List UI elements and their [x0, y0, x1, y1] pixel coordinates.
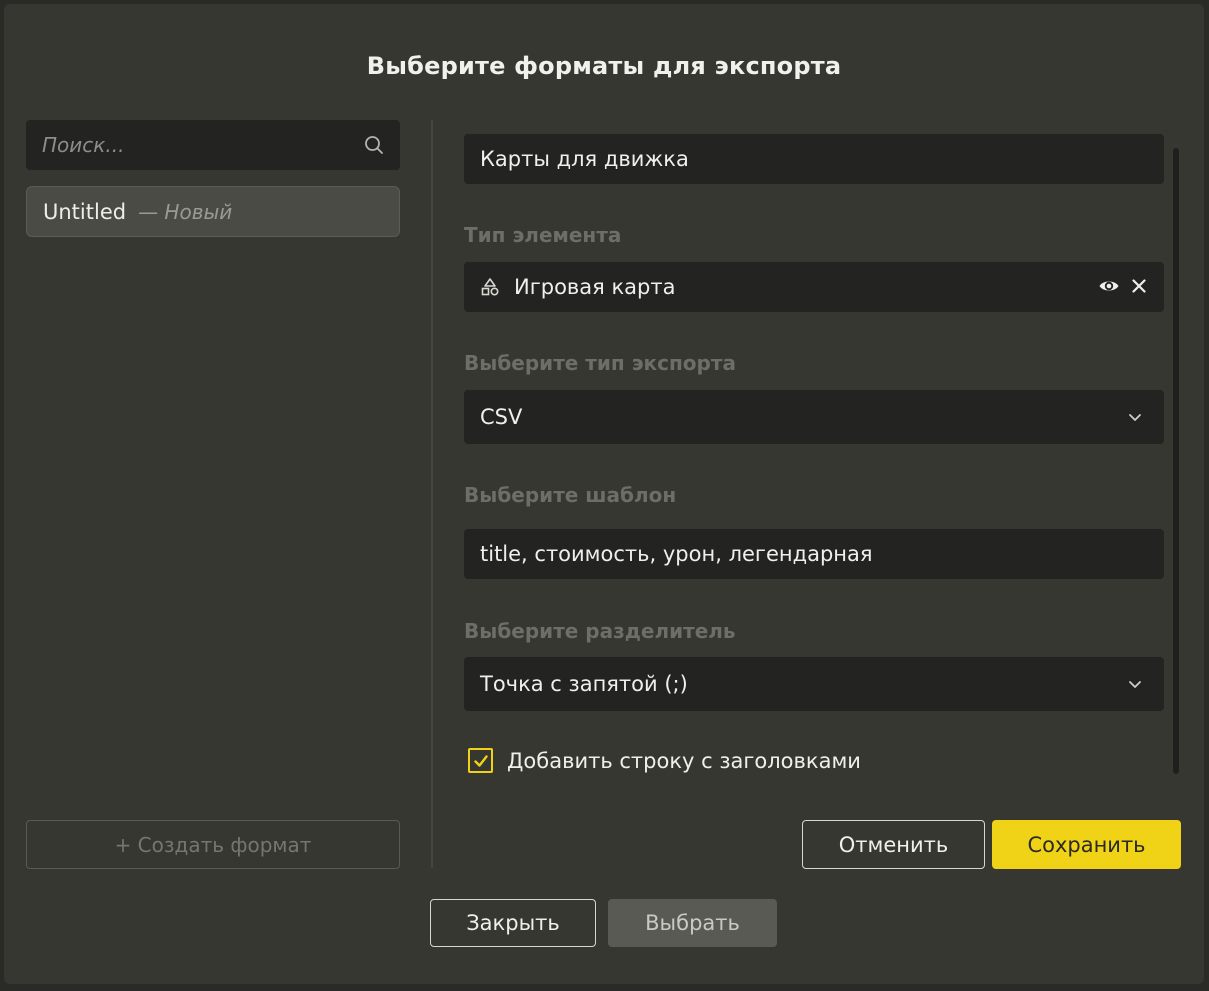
- header-row-option: Добавить строку с заголовками: [468, 748, 861, 773]
- header-row-checkbox[interactable]: [468, 748, 493, 773]
- template-field[interactable]: title, стоимость, урон, легендарная: [464, 529, 1164, 579]
- create-format-button[interactable]: + Создать формат: [26, 820, 400, 869]
- form-scrollbar[interactable]: [1173, 148, 1179, 774]
- format-name-field: [464, 134, 1164, 184]
- close-icon[interactable]: [1130, 277, 1148, 295]
- separator-label: Выберите разделитель: [464, 619, 736, 643]
- chevron-down-icon: [1129, 681, 1141, 688]
- format-status-tag: — Новый: [138, 199, 233, 224]
- export-type-label: Выберите тип экспорта: [464, 351, 736, 375]
- template-label: Выберите шаблон: [464, 483, 677, 507]
- dialog-title: Выберите форматы для экспорта: [366, 52, 842, 80]
- template-value: title, стоимость, урон, легендарная: [480, 542, 873, 566]
- element-type-actions: [1098, 275, 1148, 297]
- separator-value: Точка с запятой (;): [480, 672, 688, 696]
- save-button[interactable]: Сохранить: [992, 820, 1181, 869]
- format-name-input[interactable]: [480, 147, 1140, 171]
- shapes-icon: [481, 278, 499, 296]
- search-input[interactable]: [26, 120, 346, 170]
- pane-divider: [431, 120, 433, 868]
- separator-select[interactable]: Точка с запятой (;): [464, 657, 1164, 711]
- checkmark-icon: [473, 754, 488, 767]
- eye-icon[interactable]: [1098, 275, 1120, 297]
- element-type-label: Тип элемента: [464, 223, 622, 247]
- select-button[interactable]: Выбрать: [608, 899, 777, 947]
- close-button[interactable]: Закрыть: [430, 899, 596, 947]
- format-name: Untitled: [43, 199, 127, 224]
- chevron-down-icon: [1129, 414, 1141, 421]
- export-formats-dialog: Выберите форматы для экспорта Untitled —…: [4, 4, 1204, 984]
- header-row-label: Добавить строку с заголовками: [507, 748, 861, 773]
- export-type-select[interactable]: CSV: [464, 390, 1164, 444]
- element-type-value: Игровая карта: [514, 275, 676, 299]
- element-type-field[interactable]: Игровая карта: [464, 262, 1164, 312]
- search-icon[interactable]: [364, 135, 384, 155]
- cancel-button[interactable]: Отменить: [802, 820, 985, 869]
- format-list-item[interactable]: Untitled — Новый: [26, 186, 400, 237]
- export-type-value: CSV: [480, 405, 523, 429]
- search-box: [26, 120, 400, 170]
